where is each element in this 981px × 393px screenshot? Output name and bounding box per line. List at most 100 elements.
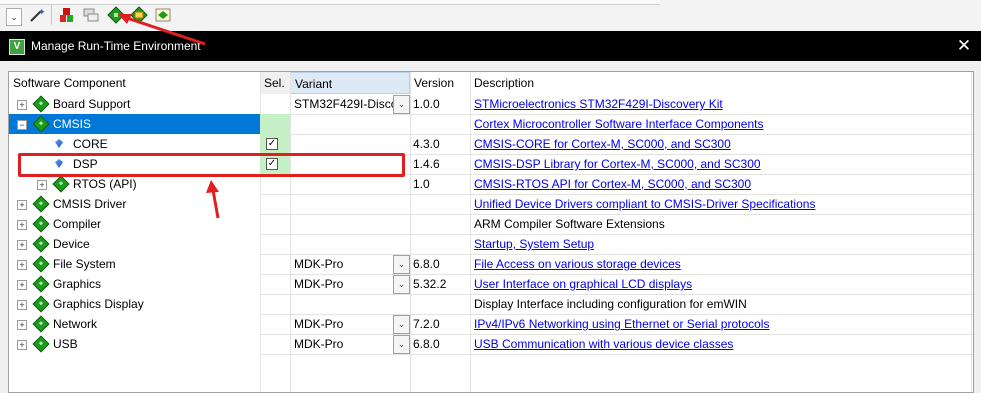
description-link[interactable]: Cortex Microcontroller Software Interfac… — [474, 117, 763, 131]
component-grid: Software Component Sel. Variant Version … — [8, 71, 974, 393]
component-diamond-icon — [32, 235, 50, 253]
component-name: Graphics Display — [53, 297, 144, 311]
expand-icon[interactable]: + — [17, 300, 27, 310]
component-diamond-icon — [32, 275, 50, 293]
description-link[interactable]: Unified Device Drivers compliant to CMSI… — [474, 197, 815, 211]
chevron-down-icon[interactable]: ⌄ — [393, 315, 410, 334]
expand-icon[interactable]: + — [17, 340, 27, 350]
expand-icon[interactable]: + — [17, 200, 27, 210]
component-name: Board Support — [53, 97, 131, 111]
table-row[interactable]: + Network MDK-Pro ⌄ 7.2.0 IPv4/IPv6 Netw… — [9, 314, 973, 334]
main-toolbar: ⌄ ✦ — [0, 0, 981, 31]
expand-icon[interactable]: + — [17, 320, 27, 330]
variant-select-value[interactable]: MDK-Pro — [294, 257, 389, 271]
component-name: Compiler — [53, 217, 102, 231]
component-name: File System — [53, 257, 116, 271]
description-link[interactable]: CMSIS-CORE for Cortex-M, SC000, and SC30… — [474, 137, 731, 151]
table-row[interactable]: + File System MDK-Pro ⌄ 6.8.0 File Acces… — [9, 254, 973, 274]
stacked-windows-icon[interactable] — [81, 5, 101, 25]
table-row[interactable]: + Compiler ARM Compiler Software Extensi… — [9, 214, 973, 234]
table-row[interactable]: + Device Startup, System Setup — [9, 234, 973, 254]
dsp-annotation-box — [18, 153, 405, 177]
expand-icon[interactable]: + — [37, 180, 47, 190]
expand-icon[interactable]: + — [17, 260, 27, 270]
magic-wand-icon[interactable]: ✦ — [27, 5, 47, 25]
red-green-build-icon[interactable] — [57, 5, 77, 25]
table-row[interactable]: + Board Support STM32F429I-Discov ⌄ 1.0.… — [9, 94, 973, 114]
select-checkbox[interactable]: ✓ — [266, 138, 278, 150]
component-diamond-icon — [32, 215, 50, 233]
component-diamond-icon — [32, 95, 50, 113]
component-diamond-icon — [32, 195, 50, 213]
version-value: 6.8.0 — [413, 257, 440, 271]
variant-select-value[interactable]: STM32F429I-Discov — [294, 97, 394, 111]
description-link[interactable]: USB Communication with various device cl… — [474, 337, 733, 351]
variant-select-value[interactable]: MDK-Pro — [294, 317, 389, 331]
row-divider — [260, 354, 973, 355]
description-link[interactable]: IPv4/IPv6 Networking using Ethernet or S… — [474, 317, 769, 331]
table-row[interactable]: + Graphics MDK-Pro ⌄ 5.32.2 User Interfa… — [9, 274, 973, 294]
component-name: Graphics — [53, 277, 102, 291]
collapse-icon[interactable]: − — [17, 120, 27, 130]
component-diamond-icon — [32, 295, 50, 313]
version-value: 7.2.0 — [413, 317, 440, 331]
table-row[interactable]: CORE ✓ 4.3.0 CMSIS-CORE for Cortex-M, SC… — [9, 134, 973, 154]
column-header-sel[interactable]: Sel. — [260, 72, 290, 94]
dropdown-icon[interactable]: ⌄ — [6, 8, 22, 26]
version-value: 1.0.0 — [413, 97, 440, 111]
description-link[interactable]: STMicroelectronics STM32F429I-Discovery … — [474, 97, 723, 111]
expand-icon[interactable]: + — [17, 100, 27, 110]
component-gem-icon — [55, 139, 63, 148]
svg-text:✦: ✦ — [38, 7, 45, 17]
table-row[interactable]: + RTOS (API) 1.0 CMSIS-RTOS API for Cort… — [9, 174, 973, 194]
expand-icon[interactable]: + — [17, 240, 27, 250]
component-diamond-icon — [32, 335, 50, 353]
description-text: Display Interface including configuratio… — [474, 297, 747, 311]
description-link[interactable]: File Access on various storage devices — [474, 257, 681, 271]
description-text: ARM Compiler Software Extensions — [474, 217, 665, 231]
component-name: CMSIS — [53, 117, 92, 131]
component-diamond-icon — [52, 175, 70, 193]
expand-icon[interactable]: + — [17, 220, 27, 230]
column-header-version[interactable]: Version — [410, 72, 470, 94]
table-row[interactable]: + Graphics Display Display Interface inc… — [9, 294, 973, 314]
version-value: 6.8.0 — [413, 337, 440, 351]
column-header-component[interactable]: Software Component — [9, 72, 260, 94]
column-header-variant[interactable]: Variant — [290, 72, 410, 94]
component-diamond-icon — [32, 255, 50, 273]
chevron-down-icon[interactable]: ⌄ — [393, 255, 410, 274]
chevron-down-icon[interactable]: ⌄ — [393, 335, 410, 354]
window-title: Manage Run-Time Environment — [31, 39, 201, 53]
variant-select-value[interactable]: MDK-Pro — [294, 337, 389, 351]
component-name: CORE — [73, 137, 108, 151]
variant-select-value[interactable]: MDK-Pro — [294, 277, 389, 291]
component-name: Network — [53, 317, 98, 331]
description-link[interactable]: CMSIS-DSP Library for Cortex-M, SC000, a… — [474, 157, 761, 171]
version-value: 5.32.2 — [413, 277, 447, 291]
close-icon[interactable]: ✕ — [953, 35, 975, 57]
component-name: Device — [53, 237, 90, 251]
description-link[interactable]: Startup, System Setup — [474, 237, 594, 251]
pack-installer-2-icon[interactable] — [153, 5, 173, 25]
expand-icon[interactable]: + — [17, 280, 27, 290]
column-header-description[interactable]: Description — [470, 72, 870, 94]
table-row[interactable]: + CMSIS Driver Unified Device Drivers co… — [9, 194, 973, 214]
chevron-down-icon[interactable]: ⌄ — [393, 95, 410, 114]
description-link[interactable]: CMSIS-RTOS API for Cortex-M, SC000, and … — [474, 177, 751, 191]
chevron-down-icon[interactable]: ⌄ — [393, 275, 410, 294]
component-name: RTOS (API) — [73, 177, 137, 191]
description-link[interactable]: User Interface on graphical LCD displays — [474, 277, 692, 291]
version-value: 4.3.0 — [413, 137, 440, 151]
green-diamond-icon[interactable] — [106, 5, 126, 25]
manage-rte-dialog: V Manage Run-Time Environment ✕ Software… — [0, 31, 981, 393]
component-diamond-icon — [32, 315, 50, 333]
table-row[interactable]: + USB MDK-Pro ⌄ 6.8.0 USB Communication … — [9, 334, 973, 354]
version-value: 1.0 — [413, 177, 430, 191]
version-value: 1.4.6 — [413, 157, 440, 171]
rte-app-icon: V — [9, 39, 25, 55]
table-row[interactable]: − CMSIS Cortex Microcontroller Software … — [9, 114, 973, 134]
pack-installer-icon[interactable] — [129, 5, 149, 25]
title-bar: V Manage Run-Time Environment ✕ — [0, 31, 981, 61]
toolbar-separator — [51, 5, 52, 25]
component-name: CMSIS Driver — [53, 197, 127, 211]
